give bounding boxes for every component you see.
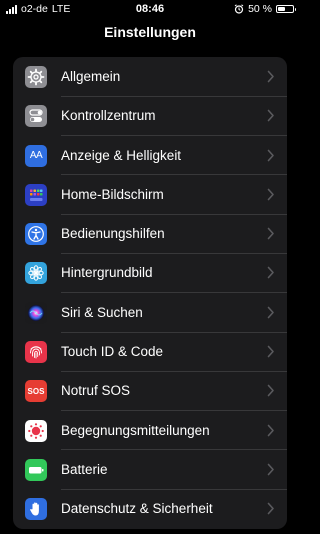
settings-item-label: Siri & Suchen bbox=[61, 304, 143, 320]
settings-item-datenschutz-sicherheit[interactable]: Datenschutz & Sicherheit bbox=[13, 489, 287, 528]
settings-item-touch-id-code[interactable]: Touch ID & Code bbox=[13, 332, 287, 372]
settings-item-label: Anzeige & Helligkeit bbox=[61, 147, 182, 163]
fingerprint-icon bbox=[25, 341, 47, 364]
settings-screen: o2-de LTE 08:46 50 % Einstellungen Allge… bbox=[0, 0, 300, 534]
battery-icon bbox=[25, 458, 47, 481]
accessibility-icon bbox=[25, 223, 47, 246]
sos-icon: SOS bbox=[25, 380, 47, 403]
battery-fill bbox=[278, 7, 285, 11]
settings-item-label: Kontrollzentrum bbox=[61, 108, 156, 124]
settings-item-allgemein[interactable]: Allgemein bbox=[13, 57, 287, 97]
settings-item-bedienungshilfen[interactable]: Bedienungshilfen bbox=[13, 214, 287, 254]
battery-percent: 50 % bbox=[248, 3, 272, 15]
settings-item-label: Batterie bbox=[61, 461, 108, 477]
settings-item-label: Home-Bildschirm bbox=[61, 186, 164, 202]
sos-glyph: SOS bbox=[27, 386, 45, 396]
flower-icon bbox=[25, 262, 47, 285]
settings-item-anzeige-helligkeit[interactable]: AA Anzeige & Helligkeit bbox=[13, 136, 287, 175]
settings-item-home-bildschirm[interactable]: Home-Bildschirm bbox=[13, 175, 287, 215]
status-bar: o2-de LTE 08:46 50 % bbox=[0, 0, 300, 18]
settings-item-begegnungsmitteilungen[interactable]: Begegnungsmitteilungen bbox=[13, 411, 287, 450]
battery-status-icon bbox=[276, 5, 296, 13]
chevron-right-icon bbox=[267, 463, 274, 476]
page-title: Einstellungen bbox=[104, 24, 196, 40]
chevron-right-icon bbox=[267, 502, 274, 515]
status-right: 50 % bbox=[234, 3, 296, 15]
hand-icon bbox=[25, 498, 47, 521]
chevron-right-icon bbox=[267, 188, 274, 201]
settings-item-hintergrundbild[interactable]: Hintergrundbild bbox=[13, 253, 287, 293]
chevron-right-icon bbox=[267, 267, 274, 279]
chevron-right-icon bbox=[267, 109, 274, 122]
settings-item-batterie[interactable]: Batterie bbox=[13, 450, 287, 490]
settings-item-kontrollzentrum[interactable]: Kontrollzentrum bbox=[13, 96, 287, 136]
settings-item-label: Notruf SOS bbox=[61, 383, 131, 399]
chevron-right-icon bbox=[267, 227, 274, 240]
app-grid-icon bbox=[25, 183, 47, 206]
settings-item-label: Datenschutz & Sicherheit bbox=[61, 501, 213, 517]
chevron-right-icon bbox=[267, 345, 274, 358]
settings-item-siri-suchen[interactable]: Siri & Suchen bbox=[13, 293, 287, 333]
settings-item-label: Begegnungsmitteilungen bbox=[61, 422, 210, 438]
settings-item-notruf-sos[interactable]: SOS Notruf SOS bbox=[13, 371, 287, 411]
settings-item-label: Touch ID & Code bbox=[61, 344, 164, 360]
siri-icon bbox=[25, 301, 47, 324]
settings-item-label: Bedienungshilfen bbox=[61, 226, 165, 242]
settings-item-label: Allgemein bbox=[61, 69, 121, 84]
settings-group: Allgemein Kontrollzentrum AA Anzeige & H… bbox=[13, 57, 287, 529]
chevron-right-icon bbox=[267, 306, 274, 319]
alarm-icon bbox=[234, 4, 244, 14]
text-size-glyph: AA bbox=[29, 150, 43, 162]
toggles-icon bbox=[25, 105, 47, 128]
chevron-right-icon bbox=[267, 70, 274, 83]
chevron-right-icon bbox=[267, 424, 274, 436]
gear-icon bbox=[25, 66, 47, 88]
chevron-right-icon bbox=[267, 149, 274, 161]
exposure-icon bbox=[25, 419, 47, 442]
chevron-right-icon bbox=[267, 385, 274, 397]
settings-item-label: Hintergrundbild bbox=[61, 265, 153, 281]
text-size-icon: AA bbox=[25, 144, 47, 167]
